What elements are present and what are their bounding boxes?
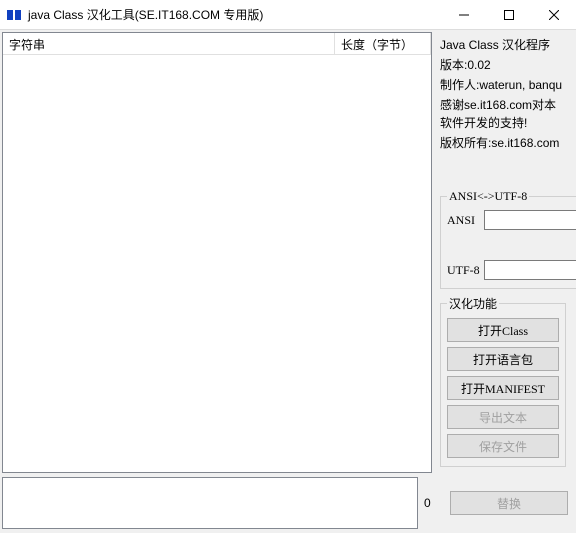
app-icon xyxy=(6,7,22,23)
info-title: Java Class 汉化程序 xyxy=(440,36,566,54)
open-class-button[interactable]: 打开Class xyxy=(447,318,559,342)
ansi-utf8-group: ANSI<->UTF-8 ANSI ↓ ↑ UTF-8 xyxy=(440,189,576,289)
close-button[interactable] xyxy=(531,0,576,29)
info-version: 版本:0.02 xyxy=(440,56,566,74)
actions-group: 汉化功能 打开Class 打开语言包 打开MANIFEST 导出文本 保存文件 xyxy=(440,295,566,467)
save-file-button: 保存文件 xyxy=(447,434,559,458)
title-bar: java Class 汉化工具(SE.IT168.COM 专用版) xyxy=(0,0,576,30)
table-header: 字符串 长度（字节） xyxy=(3,33,431,55)
column-length[interactable]: 长度（字节） xyxy=(335,33,431,54)
export-text-button: 导出文本 xyxy=(447,405,559,429)
char-count: 0 xyxy=(424,496,444,510)
ansi-input[interactable] xyxy=(484,210,576,230)
info-panel: Java Class 汉化程序 版本:0.02 制作人:waterun, ban… xyxy=(440,36,566,154)
minimize-button[interactable] xyxy=(441,0,486,29)
utf8-label: UTF-8 xyxy=(447,263,481,278)
open-lang-button[interactable]: 打开语言包 xyxy=(447,347,559,371)
ansi-legend: ANSI<->UTF-8 xyxy=(447,189,529,204)
utf8-input[interactable] xyxy=(484,260,576,280)
maximize-button[interactable] xyxy=(486,0,531,29)
info-thanks: 感谢se.it168.com对本软件开发的支持! xyxy=(440,96,566,132)
table-body[interactable] xyxy=(3,55,431,472)
string-table[interactable]: 字符串 长度（字节） xyxy=(2,32,432,473)
edit-textarea[interactable] xyxy=(2,477,418,529)
column-string[interactable]: 字符串 xyxy=(3,33,335,54)
info-author: 制作人:waterun, banqu xyxy=(440,76,566,94)
window-title: java Class 汉化工具(SE.IT168.COM 专用版) xyxy=(28,6,441,23)
open-manifest-button[interactable]: 打开MANIFEST xyxy=(447,376,559,400)
actions-legend: 汉化功能 xyxy=(447,295,499,312)
ansi-label: ANSI xyxy=(447,213,481,228)
info-copyright: 版权所有:se.it168.com xyxy=(440,134,566,152)
replace-button: 替换 xyxy=(450,491,568,515)
